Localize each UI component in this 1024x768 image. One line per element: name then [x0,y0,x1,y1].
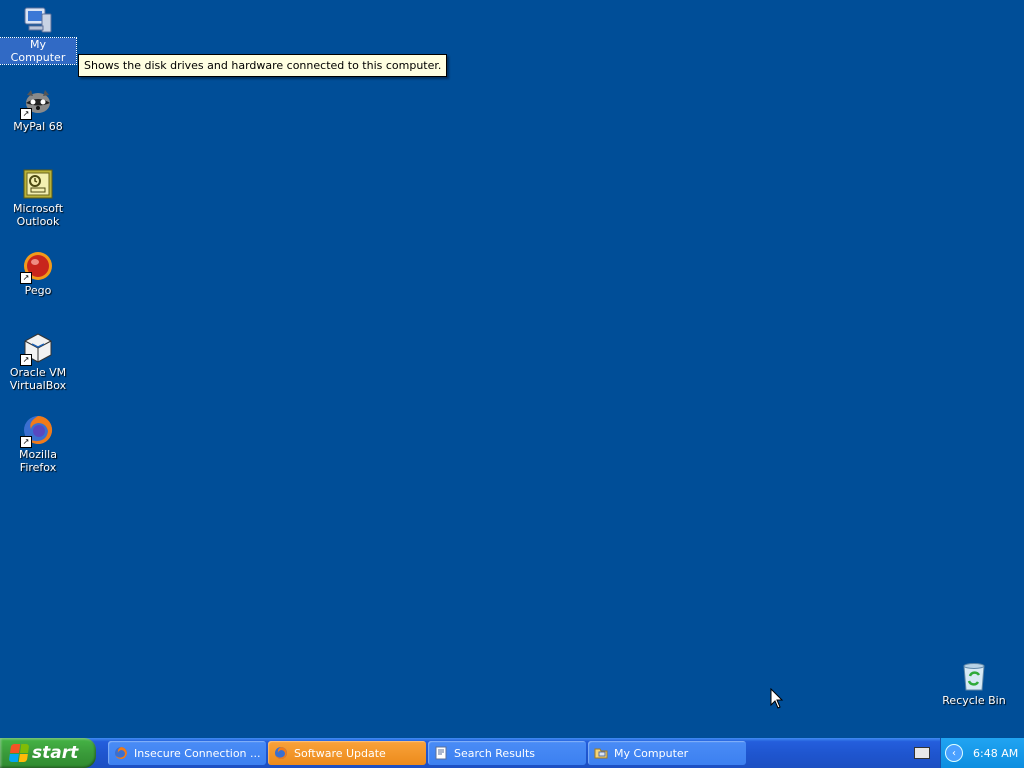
desktop-icon-recycle-bin[interactable]: Recycle Bin [936,660,1012,707]
shortcut-arrow-icon: ↗ [20,436,32,448]
desktop-icon-mypal[interactable]: ↗ MyPal 68 [0,86,76,133]
my-computer-icon [22,4,54,36]
shortcut-arrow-icon: ↗ [20,354,32,366]
desktop-icon-outlook[interactable]: Microsoft Outlook [0,168,76,228]
chevron-left-icon[interactable]: ‹ [945,744,963,762]
desktop-icon-pego[interactable]: ↗ Pego [0,250,76,297]
desktop-icon-firefox[interactable]: ↗ Mozilla Firefox [0,414,76,474]
start-label: start [32,743,79,763]
firefox-icon [114,746,128,760]
taskbar-button-label: Search Results [454,746,536,760]
desktop-icon-label: Mozilla Firefox [19,448,57,474]
tooltip: Shows the disk drives and hardware conne… [78,54,448,77]
shortcut-arrow-icon: ↗ [20,272,32,284]
desktop-icon-label: Microsoft Outlook [12,202,64,228]
document-search-icon [434,746,448,760]
start-button[interactable]: start [0,738,96,768]
taskbar-button-software-update[interactable]: Software Update [268,741,426,765]
desktop-icon-label: My Computer [0,37,77,65]
firefox-icon: ↗ [20,414,54,448]
mypal-raccoon-icon: ↗ [20,86,54,120]
desktop-icon-label: Oracle VM VirtualBox [9,366,67,392]
outlook-icon [22,168,54,200]
desktop-icon-label: MyPal 68 [13,120,63,133]
shortcut-arrow-icon: ↗ [20,108,32,120]
taskbar-button-label: Software Update [294,746,386,760]
desktop-icon-label: Recycle Bin [942,694,1006,707]
pego-icon: ↗ [20,250,54,284]
taskbar-button-label: Insecure Connection ... [134,746,261,760]
desktop-icon-my-computer[interactable]: My Computer [0,4,77,65]
taskbar-button-my-computer[interactable]: My Computer [588,741,746,765]
virtualbox-cube-icon: ↗ [20,332,54,366]
taskbar-button-search-results[interactable]: Search Results [428,741,586,765]
taskbar-button-label: My Computer [614,746,689,760]
clock[interactable]: 6:48 AM [973,747,1018,760]
taskbar: start Insecure Connection ... Software U… [0,738,1024,768]
folder-computer-icon [594,746,608,760]
taskbar-button-insecure-connection[interactable]: Insecure Connection ... [108,741,266,765]
desktop-icon-label: Pego [24,284,52,297]
keyboard-language-icon[interactable] [914,747,930,759]
windows-logo-icon [8,744,30,762]
recycle-bin-icon [958,660,990,692]
desktop-icon-virtualbox[interactable]: ↗ Oracle VM VirtualBox [0,332,76,392]
system-tray: ‹ 6:48 AM [940,738,1024,768]
firefox-icon [274,746,288,760]
desktop[interactable]: My Computer ↗ MyPal 68 Microsoft Outlook… [0,0,1024,738]
